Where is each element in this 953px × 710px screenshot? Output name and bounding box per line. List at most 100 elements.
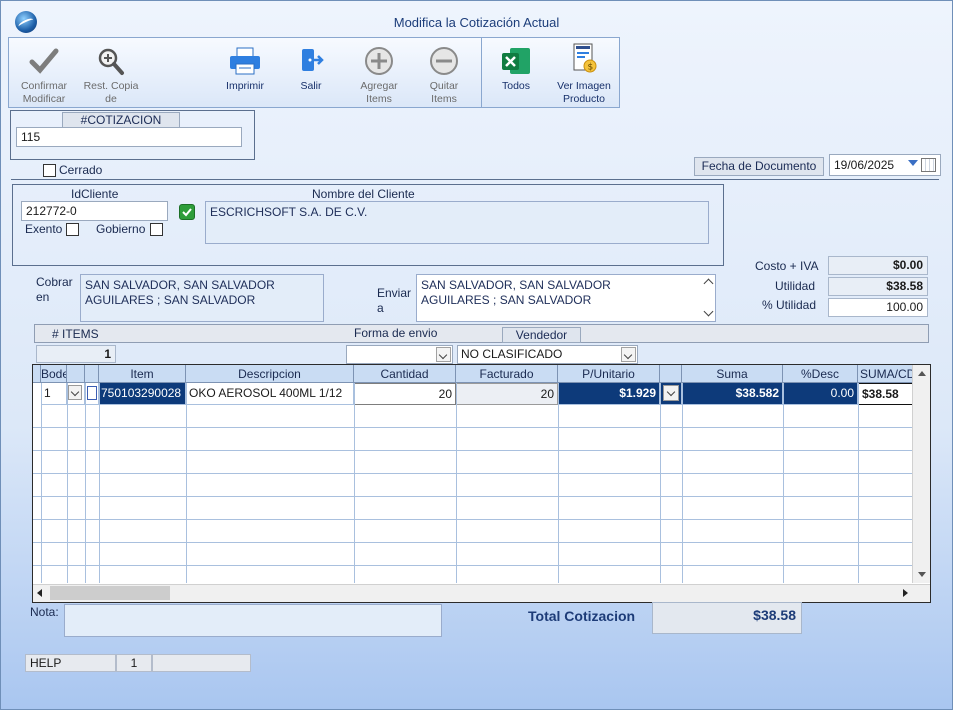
cell-sumacd[interactable]: $38.58: [858, 383, 913, 405]
vendedor-label: Vendedor: [502, 327, 581, 343]
status-page: 1: [116, 654, 152, 672]
col-header-punitario[interactable]: P/Unitario: [558, 365, 660, 383]
scroll-thumb[interactable]: [50, 586, 170, 600]
items-count-value: 1: [36, 345, 116, 363]
gobierno-label: Gobierno: [96, 222, 146, 236]
view-product-image-button[interactable]: $ Ver Imagen Producto: [552, 42, 616, 106]
status-help: HELP: [25, 654, 116, 672]
print-button[interactable]: Imprimir: [219, 46, 271, 93]
cell-desc[interactable]: 0.00: [783, 383, 858, 405]
svg-text:$: $: [588, 63, 594, 73]
checkmark-icon: [29, 48, 59, 74]
toolbar-export: Todos $ Ver Imagen Producto: [481, 37, 620, 108]
confirm-label-1: Confirmar: [20, 80, 68, 92]
col-header-sumacd[interactable]: SUMA/CD: [858, 365, 913, 383]
cobrar-address-field[interactable]: SAN SALVADOR, SAN SALVADOR AGUILARES ; S…: [80, 274, 324, 322]
grid-line: [33, 542, 913, 543]
grid-vline: [858, 383, 859, 583]
restore-copy-button[interactable]: Rest. Copia de: [79, 46, 143, 106]
export-all-button[interactable]: Todos: [492, 46, 540, 93]
vendedor-select[interactable]: NO CLASIFICADO: [457, 345, 638, 364]
verified-check-icon[interactable]: [179, 204, 195, 220]
grid-vline: [354, 383, 355, 583]
scroll-right-arrow-icon[interactable]: [903, 589, 908, 597]
remove-label-2: Items: [431, 93, 457, 105]
col-header-facturado[interactable]: Facturado: [456, 365, 558, 383]
grid-horizontal-scrollbar[interactable]: [33, 584, 930, 602]
forma-envio-dropdown-icon[interactable]: [436, 347, 451, 362]
cobrar-line-1: SAN SALVADOR, SAN SALVADOR: [85, 278, 275, 292]
cell-punitario[interactable]: $1.929: [558, 383, 660, 405]
client-name-field[interactable]: ESCRICHSOFT S.A. DE C.V.: [205, 201, 709, 244]
total-cotizacion-value: $38.58: [652, 602, 802, 634]
col-header-rowsel: [33, 365, 41, 383]
client-id-field[interactable]: 212772-0: [21, 201, 168, 221]
costo-iva-label: Costo + IVA: [755, 259, 819, 273]
enviar-address-field[interactable]: SAN SALVADOR, SAN SALVADOR AGUILARES ; S…: [416, 274, 716, 322]
col-header-suma[interactable]: Suma: [682, 365, 783, 383]
cell-bodega[interactable]: 1: [41, 383, 67, 405]
excel-icon: [502, 48, 530, 74]
printer-icon: [230, 47, 260, 75]
utilidad-value: $38.58: [828, 277, 928, 296]
bodega-dropdown-icon[interactable]: [68, 385, 82, 400]
grid-line: [33, 519, 913, 520]
cell-facturado[interactable]: 20: [456, 383, 558, 405]
enviar-label-2: a: [377, 301, 384, 315]
quote-number-field[interactable]: 115: [16, 127, 242, 147]
remove-items-button[interactable]: Quitar Items: [417, 46, 471, 106]
calendar-dropdown-icon[interactable]: [908, 160, 918, 166]
gobierno-checkbox[interactable]: [150, 223, 163, 236]
nota-field[interactable]: [64, 604, 442, 637]
col-header-bodega[interactable]: Bodega: [41, 365, 67, 383]
address-scroll-down-icon[interactable]: [703, 306, 714, 317]
vendedor-dropdown-icon[interactable]: [621, 347, 636, 362]
grid-line: [33, 450, 913, 451]
forma-envio-select[interactable]: [346, 345, 453, 364]
col-header-blank-1[interactable]: [67, 365, 85, 383]
view-image-label-1: Ver Imagen: [557, 80, 611, 92]
minus-circle-icon: [430, 47, 458, 75]
client-name-label: Nombre del Cliente: [312, 187, 415, 201]
scroll-up-arrow-icon[interactable]: [918, 371, 926, 376]
items-grid[interactable]: Bodega Item Descripcion Cantidad Factura…: [32, 364, 931, 603]
col-header-desc[interactable]: %Desc: [783, 365, 858, 383]
closed-checkbox[interactable]: [43, 164, 56, 177]
cell-item[interactable]: 750103290028: [99, 383, 186, 405]
cell-cantidad[interactable]: 20: [354, 383, 456, 405]
cell-suma[interactable]: $38.582: [682, 383, 783, 405]
title-bar: Modifica la Cotización Actual: [1, 1, 952, 37]
quote-number-header: #COTIZACION: [62, 112, 180, 128]
col-header-blank-2[interactable]: [660, 365, 682, 383]
col-header-descripcion[interactable]: Descripcion: [186, 365, 354, 383]
costo-iva-value: $0.00: [828, 256, 928, 275]
grid-vertical-scrollbar[interactable]: [912, 365, 930, 583]
cobrar-line-2: AGUILARES ; SAN SALVADOR: [85, 293, 256, 307]
scroll-down-arrow-icon[interactable]: [918, 572, 926, 577]
exento-checkbox[interactable]: [66, 223, 79, 236]
grid-vline: [41, 383, 42, 583]
col-header-item[interactable]: Item: [99, 365, 186, 383]
col-header-cantidad[interactable]: Cantidad: [354, 365, 456, 383]
invoice-icon: $: [573, 43, 597, 73]
table-row[interactable]: 1 750103290028 OKO AEROSOL 400ML 1/12 20…: [33, 383, 913, 405]
cell-bodega-dropdown[interactable]: [67, 383, 85, 405]
grid-vline: [783, 383, 784, 583]
document-date-picker[interactable]: 19/06/2025: [829, 154, 941, 176]
price-dropdown-icon[interactable]: [663, 385, 679, 401]
scroll-left-arrow-icon[interactable]: [37, 589, 42, 597]
grid-vline: [558, 383, 559, 583]
status-extra: [152, 654, 251, 672]
date-divider: [11, 179, 939, 180]
confirm-modify-button[interactable]: Confirmar Modificar: [13, 46, 75, 106]
exit-door-icon: [302, 49, 324, 71]
add-items-button[interactable]: Agregar Items: [349, 46, 409, 106]
pct-utilidad-label: % Utilidad: [762, 298, 817, 312]
calendar-icon[interactable]: [921, 158, 936, 172]
cell-lookup[interactable]: [85, 383, 99, 405]
grid-vline: [682, 383, 683, 583]
cell-descripcion[interactable]: OKO AEROSOL 400ML 1/12: [186, 383, 354, 405]
document-lookup-icon[interactable]: [87, 386, 97, 400]
cell-price-dropdown[interactable]: [660, 383, 682, 405]
exit-button[interactable]: Salir: [287, 46, 335, 93]
